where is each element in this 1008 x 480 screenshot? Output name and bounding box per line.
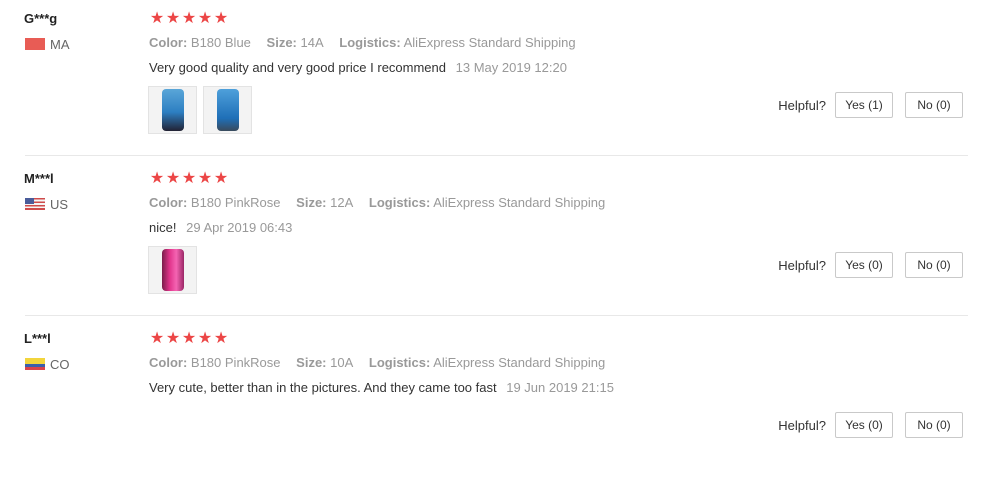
review-photos [148, 86, 258, 134]
review-content: nice! 29 Apr 2019 06:43 [149, 220, 292, 235]
color-label: Color: [149, 195, 188, 210]
size-label: Size: [266, 35, 297, 50]
reviewer-country: MA [25, 36, 70, 52]
helpful-label: Helpful? [778, 257, 826, 273]
star-icon: ★ [213, 330, 229, 347]
review-item: M***l US ★ ★ ★ ★ ★ Color: B180 PinkRose … [0, 155, 1008, 320]
star-icon: ★ [165, 330, 181, 347]
star-icon: ★ [165, 170, 181, 187]
logistics-value: AliExpress Standard Shipping [403, 35, 576, 50]
star-icon: ★ [197, 330, 213, 347]
helpful-yes-button[interactable]: Yes (1) [835, 92, 893, 118]
order-attributes: Color: B180 Blue Size: 14A Logistics: Al… [149, 35, 576, 50]
star-icon: ★ [197, 10, 213, 27]
logistics-value: AliExpress Standard Shipping [433, 355, 606, 370]
logistics-label: Logistics: [339, 35, 401, 50]
color-label: Color: [149, 355, 188, 370]
review-text: Very good quality and very good price I … [149, 60, 447, 75]
logistics-label: Logistics: [368, 355, 431, 370]
star-icon: ★ [213, 10, 229, 27]
review-item: L***l CO ★ ★ ★ ★ ★ Color: B180 PinkRose … [0, 315, 1008, 480]
country-code: US [50, 196, 69, 212]
star-icon: ★ [213, 170, 229, 187]
reviewer-name: M***l [24, 171, 54, 186]
helpful-no-button[interactable]: No (0) [905, 412, 963, 438]
color-value: B180 PinkRose [190, 195, 281, 210]
star-icon: ★ [197, 170, 213, 187]
reviewer-country: US [25, 196, 69, 212]
size-label: Size: [296, 195, 327, 210]
star-icon: ★ [165, 10, 181, 27]
star-icon: ★ [149, 10, 165, 27]
review-content: Very cute, better than in the pictures. … [149, 380, 614, 395]
star-icon: ★ [149, 170, 165, 187]
logistics-value: AliExpress Standard Shipping [433, 195, 606, 210]
logistics-label: Logistics: [368, 195, 431, 210]
size-value: 12A [330, 195, 354, 210]
review-text: nice! [149, 220, 177, 235]
helpful-no-button[interactable]: No (0) [905, 92, 963, 118]
review-item: G***g MA ★ ★ ★ ★ ★ Color: B180 Blue Size… [0, 0, 1008, 160]
size-value: 10A [330, 355, 354, 370]
helpful-yes-button[interactable]: Yes (0) [835, 252, 893, 278]
review-photo-thumbnail[interactable] [148, 246, 197, 294]
color-value: B180 PinkRose [190, 355, 281, 370]
review-text: Very cute, better than in the pictures. … [149, 380, 497, 395]
helpful-label: Helpful? [778, 97, 826, 113]
star-rating: ★ ★ ★ ★ ★ [149, 331, 229, 347]
review-date: 13 May 2019 12:20 [455, 60, 567, 75]
helpful-voting: Helpful? Yes (0) No (0) [778, 412, 963, 438]
color-label: Color: [149, 35, 188, 50]
review-photos [148, 246, 203, 294]
color-value: B180 Blue [190, 35, 251, 50]
star-icon: ★ [181, 330, 197, 347]
country-code: MA [50, 36, 70, 52]
review-date: 19 Jun 2019 21:15 [506, 380, 614, 395]
review-photo-thumbnail[interactable] [148, 86, 197, 134]
star-icon: ★ [149, 330, 165, 347]
size-label: Size: [296, 355, 327, 370]
star-icon: ★ [181, 170, 197, 187]
size-value: 14A [300, 35, 324, 50]
helpful-voting: Helpful? Yes (0) No (0) [778, 252, 963, 278]
reviewer-name: L***l [24, 331, 51, 346]
review-content: Very good quality and very good price I … [149, 60, 567, 75]
helpful-yes-button[interactable]: Yes (0) [835, 412, 893, 438]
review-date: 29 Apr 2019 06:43 [186, 220, 293, 235]
country-code: CO [50, 356, 70, 372]
reviewer-country: CO [25, 356, 70, 372]
helpful-no-button[interactable]: No (0) [905, 252, 963, 278]
united-states-flag-icon [25, 198, 45, 210]
colombia-flag-icon [25, 358, 45, 370]
morocco-flag-icon [25, 38, 45, 50]
reviewer-name: G***g [24, 11, 58, 26]
helpful-voting: Helpful? Yes (1) No (0) [778, 92, 963, 118]
order-attributes: Color: B180 PinkRose Size: 12A Logistics… [149, 195, 605, 210]
review-photo-thumbnail[interactable] [203, 86, 252, 134]
star-rating: ★ ★ ★ ★ ★ [149, 11, 229, 27]
star-rating: ★ ★ ★ ★ ★ [149, 171, 229, 187]
helpful-label: Helpful? [778, 417, 826, 433]
star-icon: ★ [181, 10, 197, 27]
order-attributes: Color: B180 PinkRose Size: 10A Logistics… [149, 355, 605, 370]
